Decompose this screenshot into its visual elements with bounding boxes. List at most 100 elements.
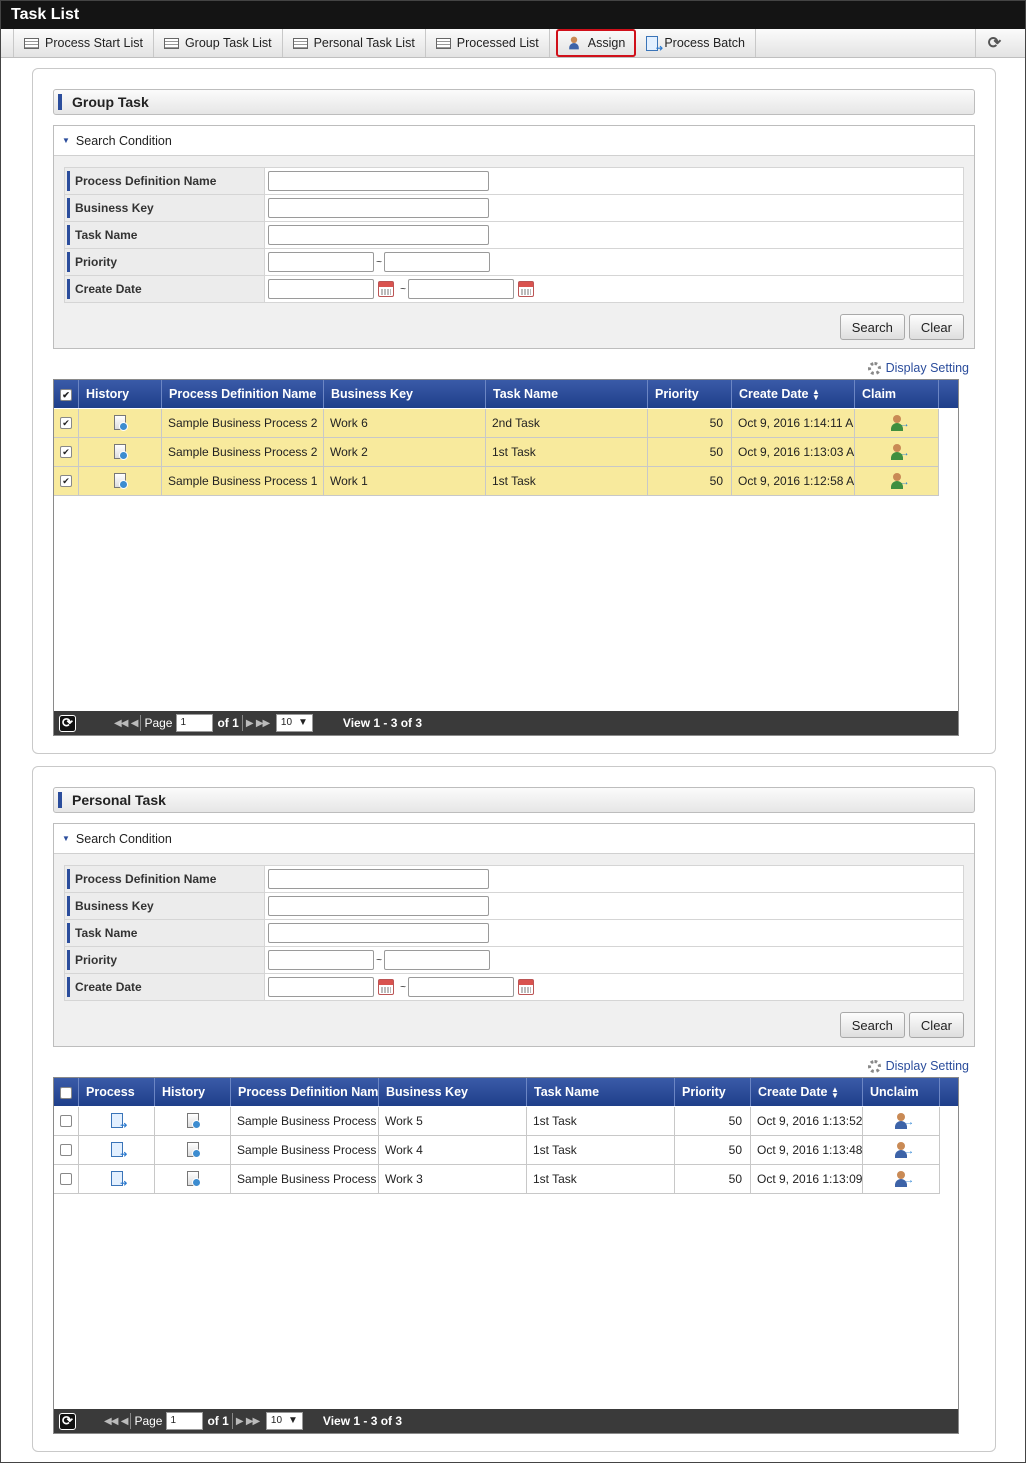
header-task-name[interactable]: Task Name [486, 380, 648, 408]
header-process-definition-name[interactable]: Process Definition Name [231, 1078, 379, 1106]
search-button[interactable]: Search [839, 1012, 905, 1038]
tab-process-batch[interactable]: Process Batch [636, 29, 756, 57]
clear-button[interactable]: Clear [908, 1012, 964, 1038]
tab-process-start-list[interactable]: Process Start List [13, 29, 154, 57]
search-condition-toggle[interactable]: ▼ Search Condition [54, 126, 974, 156]
header-business-key[interactable]: Business Key [324, 380, 486, 408]
tab-personal-task-list[interactable]: Personal Task List [283, 29, 426, 57]
header-process-definition-name[interactable]: Process Definition Name [162, 380, 324, 408]
process-icon[interactable] [79, 1107, 155, 1136]
unclaim-icon[interactable]: → [863, 1107, 940, 1136]
row-checkbox[interactable] [54, 1136, 79, 1165]
process-definition-name-input[interactable] [268, 171, 489, 191]
calendar-icon[interactable] [378, 281, 394, 297]
history-icon[interactable] [155, 1136, 231, 1165]
header-create-date[interactable]: Create Date ▲ ▼ [732, 380, 855, 408]
range-separator: ~ [376, 256, 382, 268]
unclaim-icon[interactable]: → [863, 1136, 940, 1165]
chevron-down-icon: ▼ [288, 1415, 298, 1426]
last-page-icon[interactable]: ▶▶ [246, 1416, 260, 1427]
create-date-to-input[interactable] [408, 977, 514, 997]
header-priority[interactable]: Priority [648, 380, 732, 408]
claim-icon[interactable]: → [855, 409, 939, 438]
display-setting-link[interactable]: Display Setting [867, 361, 969, 375]
sort-icon: ▲ ▼ [830, 1084, 839, 1100]
table-row[interactable]: Sample Business Process 1 Work 1 1st Tas… [54, 467, 939, 496]
next-page-icon[interactable]: ▶ [236, 1416, 244, 1427]
select-all-checkbox[interactable] [54, 380, 79, 408]
tab-assign[interactable]: Assign [555, 29, 637, 57]
page-size-select[interactable]: 10 ▼ [265, 1412, 303, 1430]
search-button[interactable]: Search [839, 314, 905, 340]
calendar-icon[interactable] [378, 979, 394, 995]
header-process[interactable]: Process [79, 1078, 155, 1106]
create-date-from-input[interactable] [268, 279, 374, 299]
process-definition-name-input[interactable] [268, 869, 489, 889]
history-icon[interactable] [155, 1165, 231, 1194]
range-separator: ~ [400, 981, 406, 993]
search-condition-toggle[interactable]: ▼ Search Condition [54, 824, 974, 854]
cell-priority: 50 [675, 1165, 751, 1194]
cell-process-definition-name: Sample Business Process 2 [162, 409, 324, 438]
table-row[interactable]: Sample Business Process Work 5 1st Task … [54, 1107, 940, 1136]
row-checkbox[interactable] [54, 409, 79, 438]
calendar-icon[interactable] [518, 281, 534, 297]
refresh-icon[interactable]: ⟳ [975, 29, 1013, 57]
claim-icon[interactable]: → [855, 467, 939, 496]
priority-from-input[interactable] [268, 252, 374, 272]
first-page-icon[interactable]: ◀◀ [104, 1416, 118, 1427]
row-checkbox[interactable] [54, 438, 79, 467]
table-row[interactable]: Sample Business Process 2 Work 2 1st Tas… [54, 438, 939, 467]
history-icon[interactable] [79, 409, 162, 438]
tab-group-task-list[interactable]: Group Task List [154, 29, 283, 57]
reload-icon[interactable]: ⟳ [59, 714, 76, 732]
unclaim-icon[interactable]: → [863, 1165, 940, 1194]
task-name-input[interactable] [268, 225, 489, 245]
business-key-input[interactable] [268, 198, 489, 218]
header-task-name[interactable]: Task Name [527, 1078, 675, 1106]
tab-processed-list[interactable]: Processed List [426, 29, 550, 57]
prev-page-icon[interactable]: ◀ [131, 718, 139, 729]
header-priority[interactable]: Priority [675, 1078, 751, 1106]
header-history[interactable]: History [155, 1078, 231, 1106]
header-claim[interactable]: Claim [855, 380, 939, 408]
page-label: Page [144, 716, 173, 730]
table-row[interactable]: Sample Business Process 2 Work 6 2nd Tas… [54, 409, 939, 438]
page-number-input[interactable]: 1 [166, 1412, 204, 1430]
row-checkbox[interactable] [54, 1107, 79, 1136]
process-icon[interactable] [79, 1136, 155, 1165]
claim-icon[interactable]: → [855, 438, 939, 467]
calendar-icon[interactable] [518, 979, 534, 995]
header-business-key[interactable]: Business Key [379, 1078, 527, 1106]
reload-icon[interactable]: ⟳ [59, 1412, 76, 1430]
cell-task-name: 1st Task [486, 467, 648, 496]
header-create-date[interactable]: Create Date ▲ ▼ [751, 1078, 863, 1106]
next-page-icon[interactable]: ▶ [246, 718, 254, 729]
history-icon[interactable] [79, 467, 162, 496]
header-history[interactable]: History [79, 380, 162, 408]
priority-from-input[interactable] [268, 950, 374, 970]
select-all-checkbox[interactable] [54, 1078, 79, 1106]
create-date-from-input[interactable] [268, 977, 374, 997]
row-checkbox[interactable] [54, 467, 79, 496]
table-row[interactable]: Sample Business Process Work 4 1st Task … [54, 1136, 940, 1165]
prev-page-icon[interactable]: ◀ [121, 1416, 129, 1427]
page-size-select[interactable]: 10 ▼ [275, 714, 313, 732]
cell-priority: 50 [675, 1107, 751, 1136]
create-date-to-input[interactable] [408, 279, 514, 299]
task-name-input[interactable] [268, 923, 489, 943]
priority-to-input[interactable] [384, 252, 490, 272]
row-checkbox[interactable] [54, 1165, 79, 1194]
header-unclaim[interactable]: Unclaim [863, 1078, 940, 1106]
process-icon[interactable] [79, 1165, 155, 1194]
first-page-icon[interactable]: ◀◀ [114, 718, 128, 729]
priority-to-input[interactable] [384, 950, 490, 970]
history-icon[interactable] [79, 438, 162, 467]
page-number-input[interactable]: 1 [176, 714, 214, 732]
history-icon[interactable] [155, 1107, 231, 1136]
business-key-input[interactable] [268, 896, 489, 916]
clear-button[interactable]: Clear [908, 314, 964, 340]
last-page-icon[interactable]: ▶▶ [256, 718, 270, 729]
table-row[interactable]: Sample Business Process Work 3 1st Task … [54, 1165, 940, 1194]
display-setting-link[interactable]: Display Setting [867, 1059, 969, 1073]
